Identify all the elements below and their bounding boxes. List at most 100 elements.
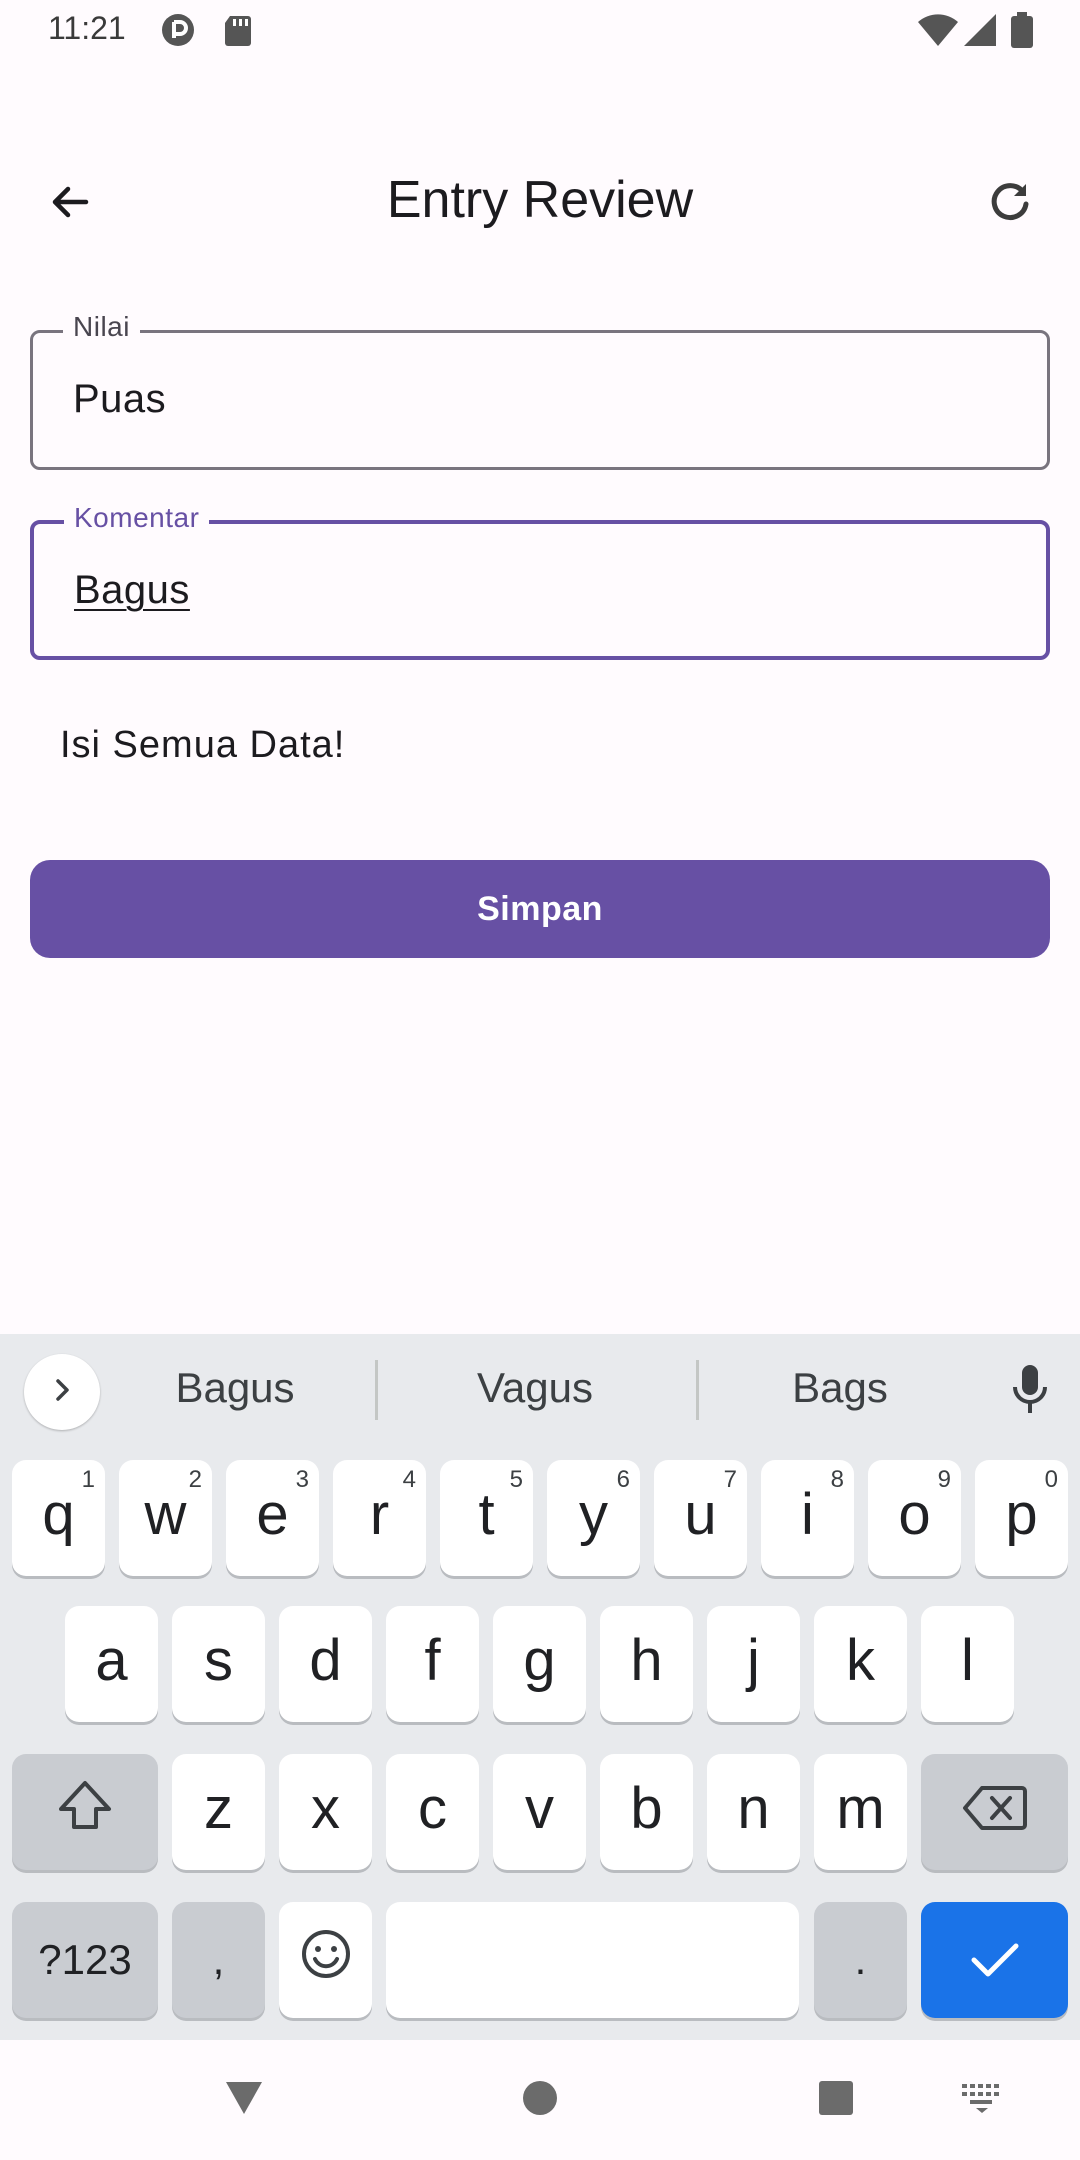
wifi-icon <box>916 12 960 48</box>
suggestion-bar: Bagus Vagus Bags <box>0 1334 1080 1452</box>
key-char: s <box>204 1627 233 1693</box>
voice-input-button[interactable] <box>1000 1360 1060 1424</box>
key-f[interactable]: f <box>386 1606 479 1722</box>
refresh-icon <box>986 178 1034 231</box>
key-char: k <box>846 1627 875 1693</box>
key-g[interactable]: g <box>493 1606 586 1722</box>
sd-card-icon <box>220 12 256 48</box>
key-m[interactable]: m <box>814 1754 907 1870</box>
period-label: . <box>854 1936 867 1983</box>
key-char: g <box>523 1627 556 1693</box>
soft-keyboard: Bagus Vagus Bags 1q 2w 3e 4r 5t 6y 7u 8i… <box>0 1334 1080 2040</box>
key-q[interactable]: 1q <box>12 1460 105 1576</box>
space-key[interactable] <box>386 1902 799 2018</box>
key-hint: 0 <box>1044 1466 1058 1493</box>
komentar-field[interactable]: Komentar Bagus <box>30 502 1050 660</box>
key-char: i <box>801 1481 814 1547</box>
nilai-label: Nilai <box>63 311 140 343</box>
key-char: l <box>961 1627 974 1693</box>
key-char: j <box>747 1627 760 1693</box>
comma-key[interactable]: , <box>172 1902 265 2018</box>
key-char: q <box>42 1481 75 1547</box>
status-bar: 11:21 <box>0 0 1080 64</box>
validation-message: Isi Semua Data! <box>60 724 346 766</box>
key-char: d <box>309 1627 342 1693</box>
key-r[interactable]: 4r <box>333 1460 426 1576</box>
period-key[interactable]: . <box>814 1902 907 2018</box>
key-k[interactable]: k <box>814 1606 907 1722</box>
nav-recents-button[interactable] <box>796 2060 876 2140</box>
key-hint: 3 <box>295 1466 309 1493</box>
mic-icon <box>1010 1363 1050 1422</box>
key-h[interactable]: h <box>600 1606 693 1722</box>
refresh-button[interactable] <box>970 164 1050 244</box>
key-y[interactable]: 6y <box>547 1460 640 1576</box>
suggestion-3[interactable]: Bags <box>720 1364 960 1412</box>
symbols-label: ?123 <box>38 1936 132 1983</box>
suggestion-divider <box>375 1360 378 1420</box>
key-w[interactable]: 2w <box>119 1460 212 1576</box>
backspace-key[interactable] <box>921 1754 1068 1870</box>
key-char: m <box>836 1775 885 1841</box>
suggestion-2[interactable]: Vagus <box>410 1364 660 1412</box>
keyboard-switch-button[interactable] <box>942 2060 1022 2140</box>
key-hint: 1 <box>81 1466 95 1493</box>
key-a[interactable]: a <box>65 1606 158 1722</box>
key-j[interactable]: j <box>707 1606 800 1722</box>
key-s[interactable]: s <box>172 1606 265 1722</box>
komentar-value: Bagus <box>74 568 190 612</box>
key-char: a <box>95 1627 128 1693</box>
battery-icon <box>1008 12 1036 48</box>
key-l[interactable]: l <box>921 1606 1014 1722</box>
key-e[interactable]: 3e <box>226 1460 319 1576</box>
key-t[interactable]: 5t <box>440 1460 533 1576</box>
pocket-casts-icon <box>160 12 196 48</box>
key-char: n <box>737 1775 770 1841</box>
key-hint: 5 <box>509 1466 523 1493</box>
nav-back-button[interactable] <box>204 2060 284 2140</box>
key-char: y <box>579 1481 608 1547</box>
key-hint: 8 <box>830 1466 844 1493</box>
key-b[interactable]: b <box>600 1754 693 1870</box>
key-u[interactable]: 7u <box>654 1460 747 1576</box>
key-i[interactable]: 8i <box>761 1460 854 1576</box>
emoji-icon <box>300 1927 352 1994</box>
key-n[interactable]: n <box>707 1754 800 1870</box>
shift-icon <box>55 1777 115 1847</box>
key-hint: 4 <box>402 1466 416 1493</box>
nilai-field[interactable]: Nilai Puas <box>30 311 1050 470</box>
signal-icon <box>962 12 998 48</box>
emoji-key[interactable] <box>279 1902 372 2018</box>
check-icon <box>969 1927 1021 1994</box>
nilai-value: Puas <box>73 377 167 421</box>
key-v[interactable]: v <box>493 1754 586 1870</box>
nav-home-button[interactable] <box>500 2060 580 2140</box>
navigation-bar <box>0 2040 1080 2160</box>
key-p[interactable]: 0p <box>975 1460 1068 1576</box>
page-title: Entry Review <box>386 171 694 229</box>
save-button[interactable]: Simpan <box>30 860 1050 958</box>
key-o[interactable]: 9o <box>868 1460 961 1576</box>
enter-key[interactable] <box>921 1902 1068 2018</box>
square-recents-icon <box>816 2078 856 2123</box>
key-hint: 2 <box>188 1466 202 1493</box>
key-hint: 9 <box>937 1466 951 1493</box>
suggestion-1[interactable]: Bagus <box>120 1364 350 1412</box>
key-char: b <box>630 1775 663 1841</box>
komentar-label: Komentar <box>64 502 210 534</box>
key-hint: 6 <box>616 1466 630 1493</box>
key-char: z <box>204 1775 233 1841</box>
expand-toolbar-button[interactable] <box>24 1354 100 1430</box>
key-c[interactable]: c <box>386 1754 479 1870</box>
key-d[interactable]: d <box>279 1606 372 1722</box>
key-char: r <box>369 1481 390 1547</box>
key-hint: 7 <box>723 1466 737 1493</box>
status-time: 11:21 <box>48 10 126 46</box>
circle-home-icon <box>520 2078 560 2123</box>
shift-key[interactable] <box>12 1754 158 1870</box>
key-z[interactable]: z <box>172 1754 265 1870</box>
symbols-key[interactable]: ?123 <box>12 1902 158 2018</box>
key-char: x <box>311 1775 340 1841</box>
key-x[interactable]: x <box>279 1754 372 1870</box>
key-char: t <box>478 1481 495 1547</box>
